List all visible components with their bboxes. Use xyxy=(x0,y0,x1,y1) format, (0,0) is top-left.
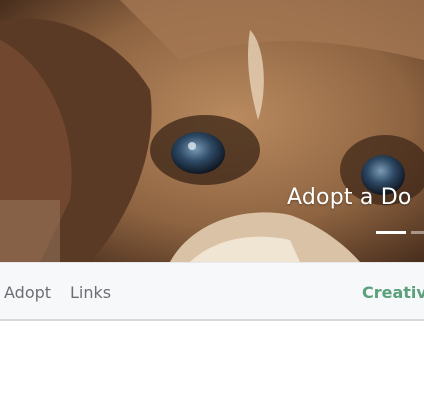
hero-caption: Adopt a Do xyxy=(287,185,412,210)
main-content xyxy=(0,321,424,400)
hero-carousel[interactable]: Adopt a Do xyxy=(0,0,424,262)
carousel-indicator-1[interactable] xyxy=(376,231,406,234)
nav-link-links[interactable]: Links xyxy=(70,283,111,302)
brand-logo-text[interactable]: Creative xyxy=(362,283,424,302)
nav-link-adopt[interactable]: Adopt xyxy=(4,283,51,302)
hero-puppy-image xyxy=(0,0,424,262)
carousel-indicators xyxy=(376,231,424,235)
carousel-indicator-2[interactable] xyxy=(411,231,424,234)
navbar: Adopt Links Creative xyxy=(0,262,424,321)
